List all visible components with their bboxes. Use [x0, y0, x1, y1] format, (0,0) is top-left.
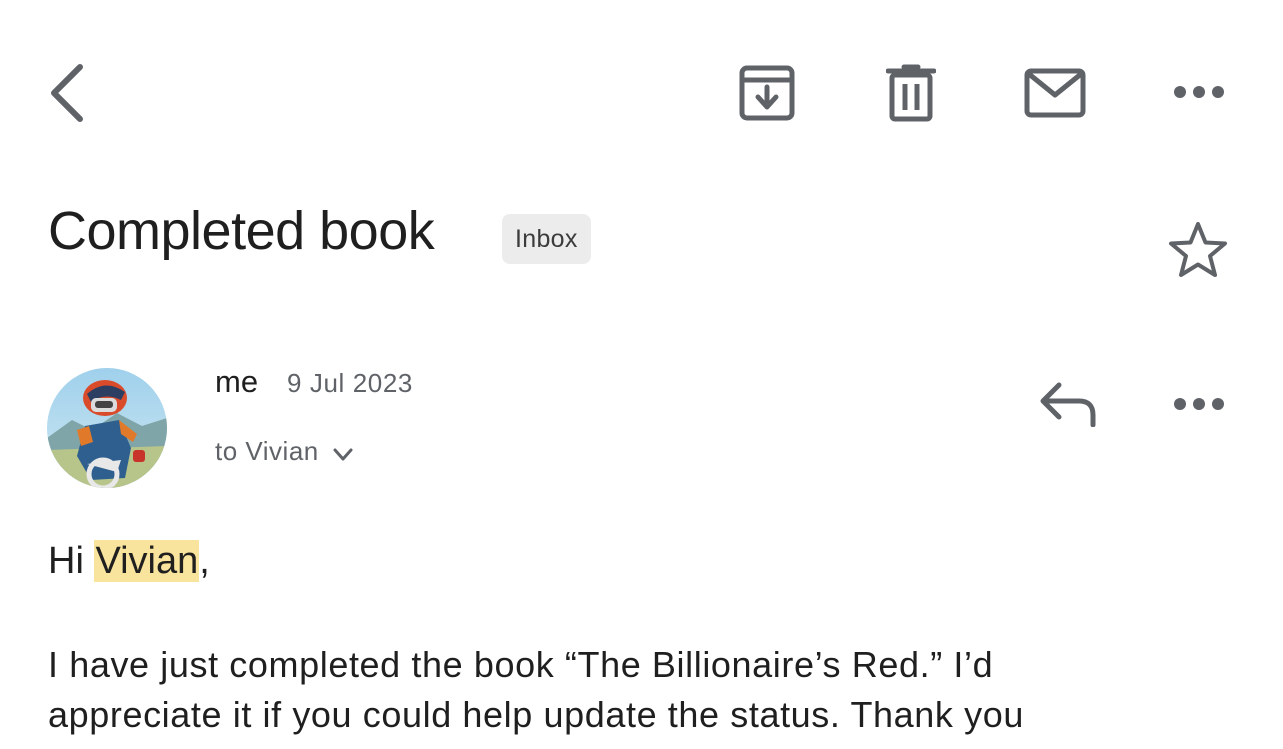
email-view: Completed book Inbox me 9 Jul 2023 to Vi…: [0, 0, 1283, 749]
chevron-down-icon: [333, 448, 353, 461]
reply-icon: [1040, 382, 1096, 427]
star-outline-icon: [1169, 222, 1227, 277]
mark-unread-button[interactable]: [1018, 60, 1092, 126]
more-options-button[interactable]: [1166, 70, 1232, 114]
recipients-toggle[interactable]: to Vivian: [215, 434, 353, 468]
message-greeting: Hi Vivian,: [48, 534, 210, 588]
recipients-text: to Vivian: [215, 436, 319, 466]
more-horizontal-icon: [1174, 86, 1224, 98]
star-button[interactable]: [1162, 214, 1234, 286]
envelope-icon: [1024, 68, 1086, 118]
sender-name: me: [215, 364, 259, 399]
sender-avatar[interactable]: [47, 368, 167, 488]
archive-button[interactable]: [732, 60, 802, 126]
chevron-left-icon: [51, 64, 83, 122]
message-more-button[interactable]: [1166, 382, 1232, 426]
archive-icon: [739, 65, 795, 121]
reply-button[interactable]: [1034, 374, 1102, 434]
highlighted-name: Vivian: [94, 540, 200, 582]
body-line: I have just completed the book “The Bill…: [48, 644, 994, 685]
greeting-prefix: Hi: [48, 540, 95, 582]
back-button[interactable]: [40, 58, 92, 128]
more-horizontal-icon: [1174, 398, 1224, 410]
body-line: appreciate it if you could help update t…: [48, 694, 1024, 735]
greeting-suffix: ,: [199, 540, 210, 582]
message-date: 9 Jul 2023: [287, 368, 413, 398]
delete-button[interactable]: [878, 60, 944, 126]
trash-icon: [886, 64, 936, 122]
message-body: I have just completed the book “The Bill…: [48, 640, 1188, 740]
avatar-image: [47, 368, 167, 488]
inbox-label-chip[interactable]: Inbox: [502, 214, 591, 264]
email-subject: Completed book: [48, 201, 435, 261]
